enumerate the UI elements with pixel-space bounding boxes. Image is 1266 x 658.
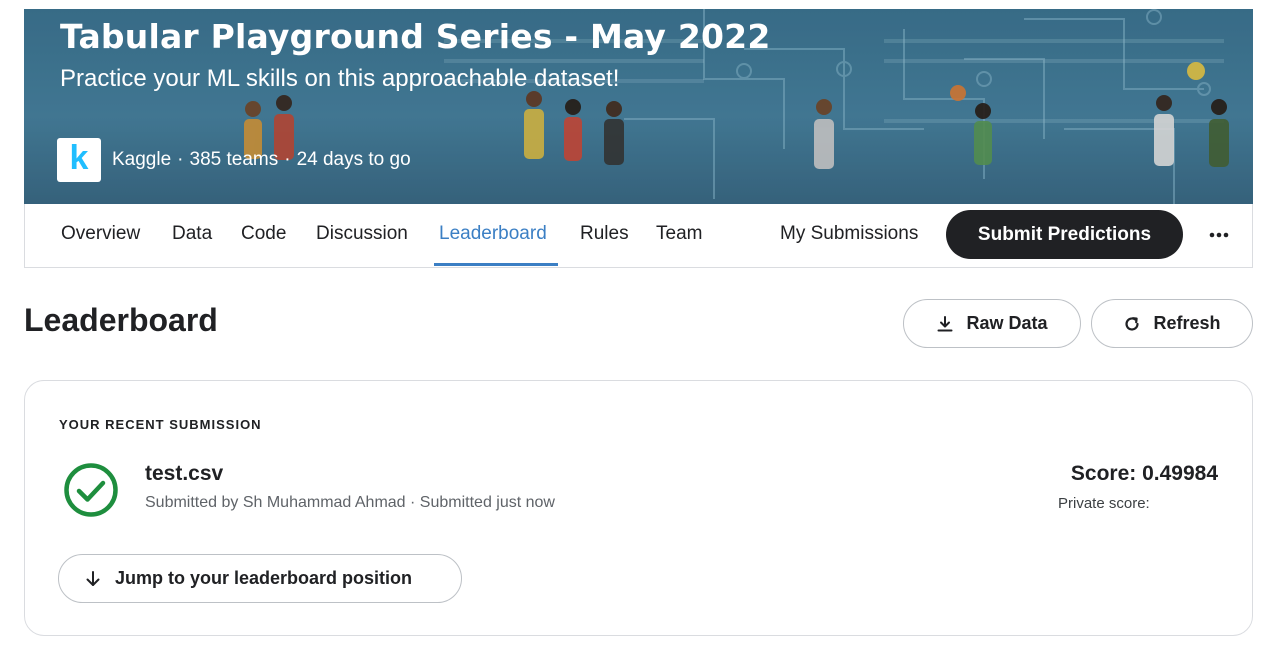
raw-data-label: Raw Data: [966, 313, 1048, 333]
refresh-label: Refresh: [1153, 313, 1221, 333]
jump-label: Jump to your leaderboard position: [115, 568, 413, 588]
host-name[interactable]: Kaggle: [112, 149, 171, 171]
arrow-down-icon: [85, 570, 101, 588]
separator: ·: [284, 149, 291, 170]
competition-banner: Tabular Playground Series - May 2022 Pra…: [24, 9, 1253, 204]
tab-team[interactable]: Team: [656, 223, 702, 245]
active-tab-indicator: [434, 263, 558, 266]
check-circle-icon: [64, 463, 118, 517]
submission-details: Submitted by Sh Muhammad Ahmad · Submitt…: [145, 494, 555, 511]
competition-subtitle: Practice your ML skills on this approach…: [60, 65, 620, 92]
team-count: 385 teams: [189, 149, 279, 170]
section-label: YOUR RECENT SUBMISSION: [59, 417, 262, 432]
more-options-icon[interactable]: [1203, 220, 1235, 250]
competition-title: Tabular Playground Series - May 2022: [60, 17, 771, 56]
my-submissions-link[interactable]: My Submissions: [780, 223, 918, 245]
jump-to-position-button[interactable]: Jump to your leaderboard position: [58, 554, 462, 603]
recent-submission-card: YOUR RECENT SUBMISSION test.csv Submitte…: [24, 380, 1253, 636]
tab-leaderboard[interactable]: Leaderboard: [439, 223, 547, 245]
submission-file-name: test.csv: [145, 462, 224, 485]
page-title: Leaderboard: [24, 302, 218, 338]
kaggle-logo-icon[interactable]: k: [57, 138, 101, 182]
competition-meta: k Kaggle · 385 teams · 24 days to go: [57, 138, 411, 182]
raw-data-button[interactable]: Raw Data: [903, 299, 1081, 348]
separator: ·: [177, 149, 184, 170]
tab-rules[interactable]: Rules: [580, 223, 629, 245]
refresh-icon: [1123, 315, 1141, 333]
competition-tab-bar: Overview Data Code Discussion Leaderboar…: [24, 204, 1253, 268]
submit-predictions-button[interactable]: Submit Predictions: [946, 210, 1183, 259]
private-score: Private score:: [1058, 495, 1150, 512]
tab-code[interactable]: Code: [241, 223, 286, 245]
deadline-text: 24 days to go: [296, 149, 411, 170]
tab-data[interactable]: Data: [172, 223, 212, 245]
tab-overview[interactable]: Overview: [61, 223, 140, 245]
download-icon: [936, 315, 954, 333]
public-score: Score: 0.49984: [1070, 462, 1218, 485]
refresh-button[interactable]: Refresh: [1091, 299, 1253, 348]
tab-discussion[interactable]: Discussion: [316, 223, 408, 245]
